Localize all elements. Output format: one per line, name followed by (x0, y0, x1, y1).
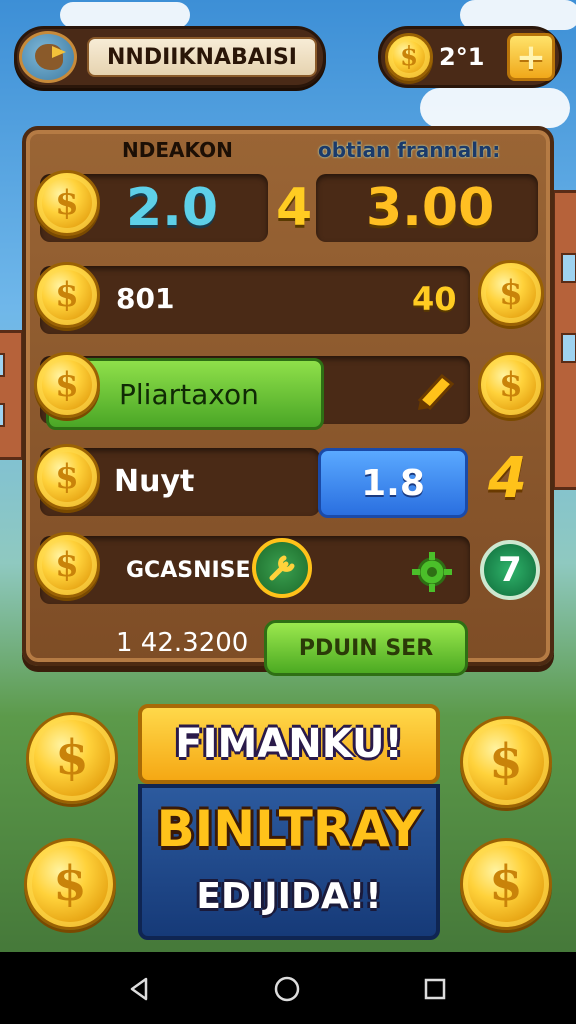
row-1-value-b: 3.00 (366, 178, 495, 238)
header-left: NDEAKON (122, 138, 233, 162)
system-nav-bar (0, 952, 576, 1024)
coin-icon: $ (26, 712, 118, 804)
row-4-value-button[interactable]: 1.8 (318, 448, 468, 518)
house-right (552, 190, 576, 490)
row-1-value-a: 2.0 (126, 178, 219, 238)
coin-icon: $ (34, 444, 100, 510)
seven-badge-label: 7 (498, 550, 522, 590)
coin-icon: $ (385, 33, 433, 81)
cloud (60, 2, 190, 28)
cloud (420, 88, 570, 128)
back-icon[interactable] (124, 974, 154, 1004)
row-2-bg (40, 266, 470, 334)
total-amount: 1 42.3200 (116, 628, 249, 658)
coin-icon: $ (24, 838, 116, 930)
coin-icon: $ (34, 262, 100, 328)
promo-banner-title[interactable]: FIMANKU! (138, 704, 440, 784)
coin-icon: $ (34, 170, 100, 236)
coin-icon: $ (34, 352, 100, 418)
stats-board: NDEAKON obtian frannaln: $ 2.0 4 3.00 $ … (22, 126, 554, 676)
row-2-value: 40 (412, 280, 457, 318)
play-button[interactable]: PDUIN SER (264, 620, 468, 676)
row-3-label: Pliartaxon (119, 377, 259, 411)
header-right: obtian frannaln: (318, 138, 501, 162)
row-4-badge: 4 (488, 446, 527, 511)
row-4-label: Nuyt (114, 464, 195, 499)
coin-icon: $ (34, 532, 100, 598)
coin-icon: $ (478, 260, 544, 326)
house-left (0, 330, 24, 460)
beak-shape (52, 46, 66, 58)
avatar[interactable] (19, 31, 77, 83)
pencil-icon[interactable] (416, 370, 456, 411)
promo-banner-headline: BINLTRAY (156, 800, 422, 858)
coin-icon: $ (460, 716, 552, 808)
coin-icon: $ (478, 352, 544, 418)
home-icon[interactable] (272, 974, 302, 1004)
row-5-label: GCASNISE (126, 558, 251, 583)
coin-balance: 2°1 (439, 43, 485, 71)
coin-icon: $ (460, 838, 552, 930)
player-name: NNDIIKNABAISI (87, 37, 317, 77)
gear-icon[interactable] (410, 550, 454, 594)
add-coins-button[interactable]: + (507, 33, 555, 81)
row-2-label: 801 (116, 282, 175, 315)
currency-bar: $ 2°1 + (378, 26, 562, 88)
player-profile-bar[interactable]: NNDIIKNABAISI (14, 26, 326, 88)
wrench-badge-icon[interactable] (252, 538, 312, 598)
recents-icon[interactable] (420, 974, 450, 1004)
promo-banner-subtitle: EDIJIDA!! (196, 876, 382, 917)
promo-banner[interactable]: BINLTRAY EDIJIDA!! (138, 784, 440, 940)
seven-badge[interactable]: 7 (480, 540, 540, 600)
row-1-mid: 4 (276, 178, 313, 238)
